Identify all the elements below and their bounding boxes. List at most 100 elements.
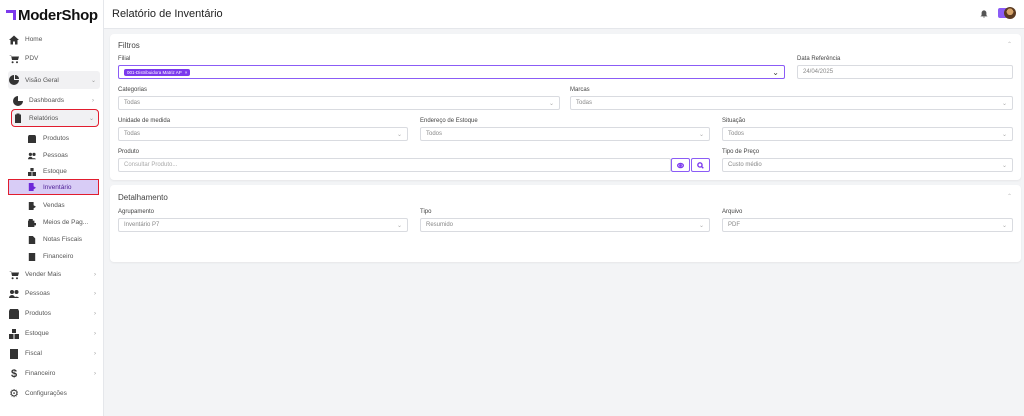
logo-mark-icon (6, 10, 16, 20)
marcas-select[interactable]: Todas ⌄ (570, 96, 1013, 110)
data-referencia-value: 24/04/2025 (803, 69, 834, 75)
detalhamento-title: Detalhamento (118, 193, 168, 202)
sidebar-item-label: Financeiro (43, 253, 74, 260)
tipo-preco-value: Custo médio (728, 162, 762, 168)
categorias-select[interactable]: Todas ⌄ (118, 96, 560, 110)
pie-chart-icon (12, 95, 24, 107)
sidebar-subitem-produtos[interactable]: Produtos (26, 131, 98, 146)
sidebar-subitem-vendas[interactable]: Vendas (26, 198, 98, 213)
page-title: Relatório de Inventário (112, 8, 223, 20)
chevron-down-icon: ⌄ (698, 223, 704, 229)
sidebar-item-pdv[interactable]: PDV (8, 51, 100, 66)
sidebar-item-vender-mais[interactable]: Vender Mais › (8, 267, 100, 282)
sidebar-subitem-financeiro[interactable]: Financeiro (26, 249, 98, 264)
sidebar-item-label: Dashboards (29, 97, 65, 104)
tipo-preco-select[interactable]: Custo médio ⌄ (722, 158, 1013, 172)
categorias-value: Todas (124, 100, 141, 106)
sidebar-subitem-inventario[interactable]: Inventário (8, 179, 99, 195)
top-header: Relatório de Inventário (104, 0, 1024, 29)
sidebar-item-label: Produtos (25, 310, 52, 317)
sidebar-item-label: Notas Fiscais (43, 236, 83, 243)
agrupamento-select[interactable]: Inventário P7 ⌄ (118, 218, 408, 232)
unidade-select[interactable]: Todas ⌄ (118, 127, 408, 141)
sidebar-item-visao-geral[interactable]: Visão Geral ⌄ (8, 71, 100, 89)
tipo-value: Resumido (426, 222, 454, 228)
detalhamento-card: Detalhamento ⌃ Agrupamento Inventário P7… (110, 185, 1021, 262)
arquivo-select[interactable]: PDF ⌄ (722, 218, 1013, 232)
sidebar-item-label: Meios de Pag... (43, 219, 89, 226)
sidebar-item-pessoas[interactable]: Pessoas › (8, 286, 100, 301)
search-icon (697, 161, 704, 169)
endereco-select[interactable]: Todos ⌄ (420, 127, 710, 141)
filial-tag[interactable]: 001-Distribuidora Matriz AP × (124, 68, 191, 76)
box-icon (8, 308, 20, 320)
fiscal-document-icon (8, 348, 20, 360)
sidebar-item-label: Home (25, 36, 43, 43)
sidebar-item-produtos[interactable]: Produtos › (8, 306, 100, 321)
agrupamento-value: Inventário P7 (124, 222, 160, 228)
situacao-select[interactable]: Todos ⌄ (722, 127, 1013, 141)
arquivo-value: PDF (728, 222, 740, 228)
unidade-label: Unidade de medida (118, 118, 171, 124)
document-icon (26, 234, 38, 246)
gear-icon: ⚙ (9, 388, 19, 400)
sidebar-item-financeiro[interactable]: $ Financeiro › (8, 366, 100, 381)
chevron-right-icon: › (94, 310, 96, 317)
users-icon (26, 150, 38, 162)
sidebar-item-label: Pessoas (25, 290, 50, 297)
inventory-icon (26, 181, 38, 193)
chevron-right-icon: › (92, 97, 94, 104)
sidebar-subitem-estoque[interactable]: Estoque (26, 164, 98, 179)
dollar-icon: $ (10, 367, 18, 380)
avatar[interactable] (1004, 7, 1016, 19)
search-product-button[interactable] (691, 158, 710, 172)
logo-text: ModerShop (18, 6, 98, 24)
chevron-up-icon[interactable]: ⌃ (1007, 193, 1012, 200)
sidebar-item-fiscal[interactable]: Fiscal › (8, 346, 100, 361)
chevron-right-icon: › (94, 271, 96, 278)
unidade-value: Todas (124, 131, 141, 137)
chevron-down-icon: ⌄ (772, 68, 779, 77)
sidebar-item-label: Produtos (43, 135, 70, 142)
sidebar-subitem-meios-pag[interactable]: Meios de Pag... (26, 215, 98, 230)
logo[interactable]: ModerShop (6, 6, 98, 24)
cart-icon (8, 269, 20, 281)
sidebar-item-relatorios[interactable]: Relatórios ⌄ (11, 109, 99, 127)
data-referencia-input[interactable]: 24/04/2025 (797, 65, 1013, 79)
sales-icon (26, 200, 38, 212)
chevron-down-icon: ⌄ (1001, 223, 1007, 229)
sidebar: ModerShop Home PDV Visão Geral ⌄ Dashboa… (0, 0, 104, 416)
view-product-button[interactable] (671, 158, 690, 172)
sidebar-item-label: Inventário (43, 183, 72, 191)
chevron-down-icon: ⌄ (396, 223, 402, 229)
filtros-card: Filtros ⌃ Filial 001-Distribuidora Matri… (110, 34, 1021, 180)
filial-select[interactable]: 001-Distribuidora Matriz AP × ⌄ (118, 65, 785, 79)
sidebar-item-home[interactable]: Home (8, 32, 100, 47)
boxes-icon (26, 166, 38, 178)
sidebar-item-estoque[interactable]: Estoque › (8, 326, 100, 341)
box-icon (26, 133, 38, 145)
bell-icon[interactable] (980, 10, 988, 18)
produto-placeholder: Consultar Produto... (124, 162, 178, 168)
chevron-down-icon: ⌄ (1001, 101, 1007, 107)
sidebar-subitem-pessoas[interactable]: Pessoas (26, 148, 98, 163)
produto-search-input[interactable]: Consultar Produto... (118, 158, 671, 172)
data-referencia-label: Data Referência (797, 56, 841, 62)
sidebar-item-label: Visão Geral (25, 76, 59, 84)
chevron-up-icon[interactable]: ⌃ (1007, 41, 1012, 48)
marcas-label: Marcas (570, 87, 590, 93)
sidebar-item-label: Relatórios (29, 114, 59, 122)
sidebar-item-configuracoes[interactable]: ⚙ Configurações (8, 386, 100, 401)
clipboard-icon (12, 112, 24, 124)
chevron-down-icon: ⌄ (88, 115, 94, 122)
close-icon[interactable]: × (185, 70, 188, 75)
tipo-select[interactable]: Resumido ⌄ (420, 218, 710, 232)
tipo-preco-label: Tipo de Preço (722, 149, 760, 155)
filial-tag-label: 001-Distribuidora Matriz AP (127, 69, 182, 75)
sidebar-subitem-notas-fiscais[interactable]: Notas Fiscais (26, 232, 98, 247)
filial-label: Filial (118, 56, 131, 62)
chevron-right-icon: › (94, 330, 96, 337)
sidebar-item-dashboards[interactable]: Dashboards › (12, 93, 98, 108)
chevron-down-icon: ⌄ (396, 132, 402, 138)
chevron-right-icon: › (94, 290, 96, 297)
